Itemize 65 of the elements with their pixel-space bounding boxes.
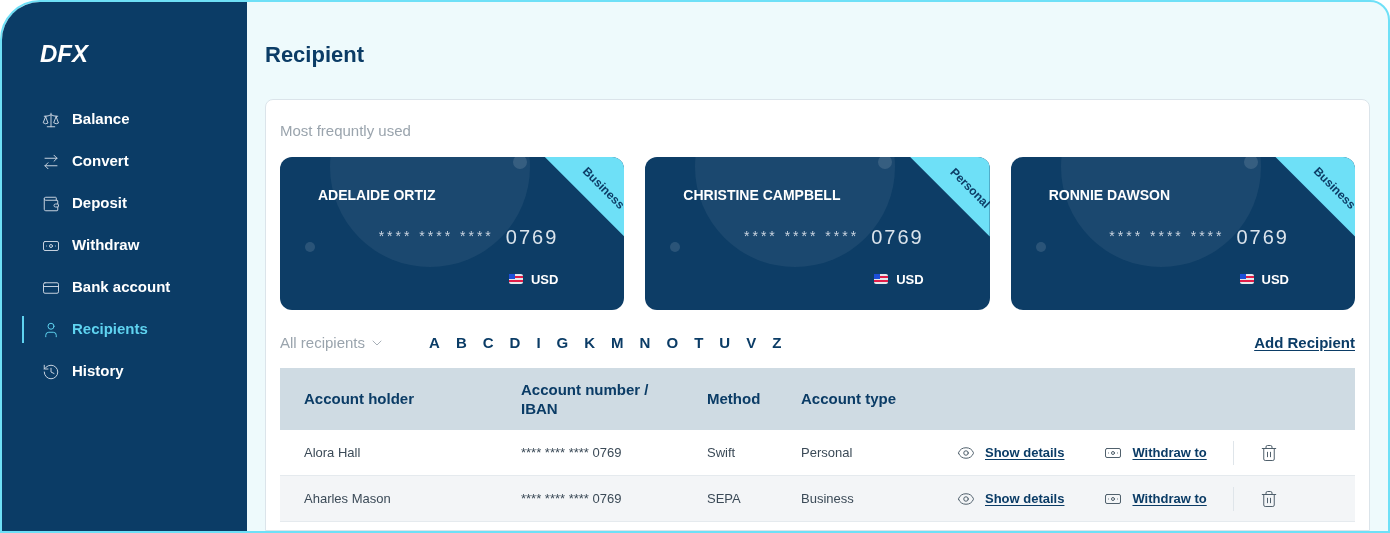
withdraw-link[interactable]: Withdraw to [1132, 488, 1207, 509]
table-cell-text: Business [801, 489, 855, 508]
flag-icon [1239, 274, 1254, 285]
section-heading: Most frequntly used [280, 121, 412, 141]
currency-label: USD [530, 270, 559, 289]
add-recipient-link[interactable]: Add Recipient [1254, 331, 1355, 354]
letter-filter[interactable]: C [482, 331, 494, 354]
letter-filter[interactable]: V [746, 331, 757, 354]
letter-filter[interactable]: B [455, 331, 467, 354]
arrows-icon [42, 152, 60, 171]
currency-label: USD [1261, 270, 1289, 289]
wallet-icon [42, 194, 60, 213]
table-cell-text: Alora Hall [303, 443, 362, 462]
letter-filter[interactable]: M [611, 331, 624, 354]
sidebar-item[interactable]: Bank account [22, 274, 247, 301]
letter-filter[interactable]: O [666, 331, 679, 354]
letter-filter[interactable]: N [639, 331, 651, 354]
page-title: Recipient [265, 41, 366, 69]
table-cell-text: SEPA [707, 489, 742, 508]
table-cell-text: Aharles Mason [303, 489, 392, 508]
table-cell-text: Swift [707, 443, 737, 462]
show-details-link[interactable]: Show details [985, 488, 1065, 509]
column-header: Account type [801, 388, 897, 409]
card-last-digits: 0769 [871, 224, 924, 250]
card-last-digits: 0769 [505, 224, 559, 250]
logo[interactable]: DFX [2, 36, 247, 72]
letter-filter[interactable]: G [556, 331, 569, 354]
trash-icon [1259, 443, 1278, 462]
letter-filter[interactable]: D [509, 331, 521, 354]
sidebar-item[interactable]: Convert [22, 148, 247, 175]
card-last-digits: 0769 [1236, 224, 1289, 250]
letter-filter[interactable]: T [694, 331, 704, 354]
withdraw-link[interactable]: Withdraw to [1132, 442, 1207, 463]
letter-filter[interactable]: I [536, 331, 541, 354]
sidebar-item[interactable]: Balance [22, 106, 247, 133]
scale-icon [42, 110, 60, 129]
currency-label: USD [896, 270, 924, 289]
flag-icon [874, 274, 889, 285]
sidebar-item[interactable]: History [22, 358, 247, 385]
history-icon [42, 362, 60, 381]
trash-icon [1259, 489, 1278, 508]
table-cell-text: Personal [801, 443, 854, 462]
column-header: Account number / IBAN [521, 380, 650, 418]
flag-icon [508, 274, 523, 285]
sidebar-item[interactable]: Deposit [22, 190, 247, 217]
masked-digits: **** **** **** [744, 227, 860, 246]
card-holder-name: ADELAIDE ORTIZ [318, 185, 437, 205]
masked-digits: **** **** **** [1109, 227, 1225, 246]
table-cell-text: **** **** **** 0769 [521, 489, 623, 508]
sidebar-item[interactable]: Recipients [22, 316, 247, 343]
letter-filter[interactable]: K [584, 331, 596, 354]
column-header: Method [707, 388, 762, 409]
sidebar-item[interactable]: Withdraw [22, 232, 247, 259]
person-icon [42, 320, 60, 339]
letter-filter[interactable]: U [719, 331, 731, 354]
letter-filter[interactable]: Z [772, 331, 782, 354]
card-holder-name: CHRISTINE CAMPBELL [683, 185, 842, 205]
masked-digits: **** **** **** [378, 227, 494, 246]
table-cell-text: **** **** **** 0769 [521, 443, 623, 462]
column-header: Account holder [303, 388, 415, 409]
card-holder-name: RONNIE DAWSON [1048, 185, 1171, 205]
delete-button[interactable] [1259, 489, 1278, 508]
letter-filter[interactable]: A [429, 331, 440, 354]
show-details-link[interactable]: Show details [985, 442, 1065, 463]
delete-button[interactable] [1259, 443, 1278, 462]
